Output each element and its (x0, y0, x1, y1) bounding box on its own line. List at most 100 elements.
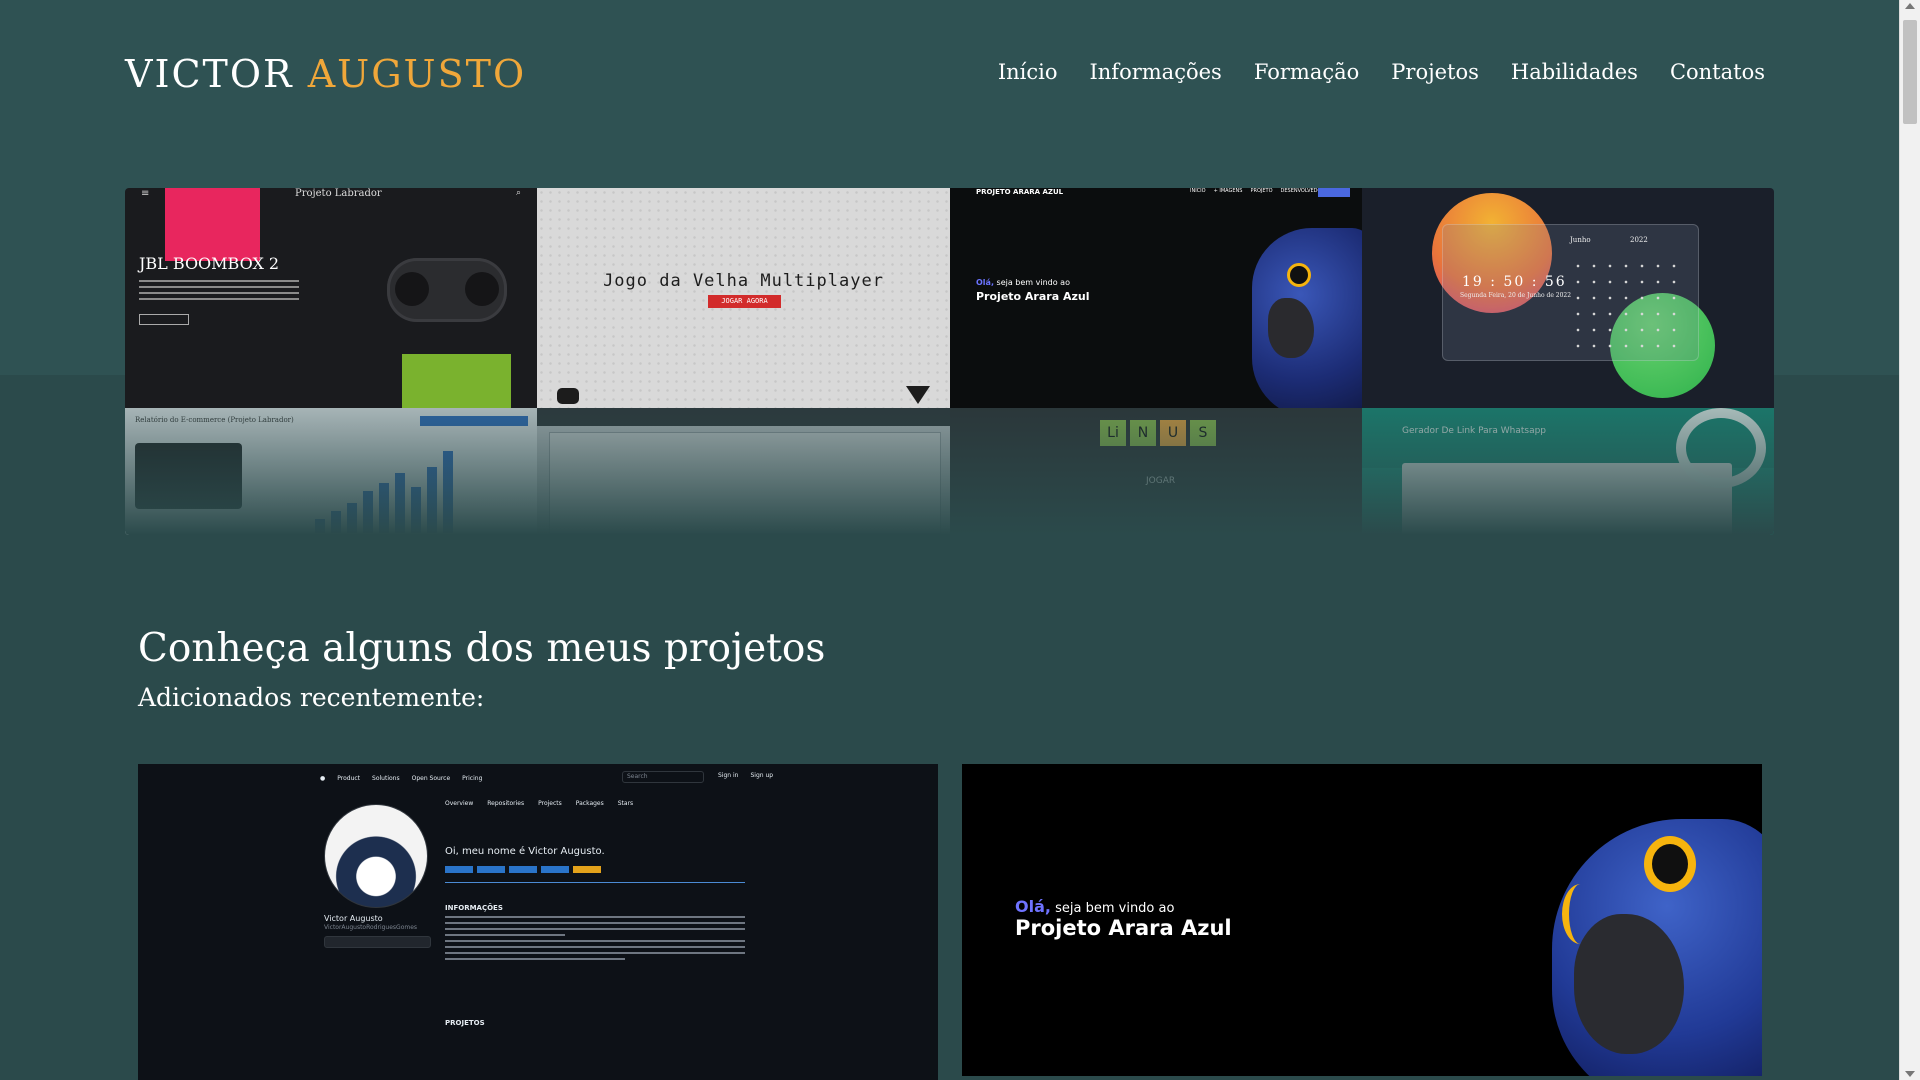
site-logo[interactable]: VICTOR AUGUSTO (125, 52, 526, 96)
editor-panel (549, 432, 941, 534)
element-cell: U (1160, 420, 1186, 446)
github-search: Search (622, 771, 704, 783)
macaw-eye (1652, 844, 1688, 884)
ecommerce-bar-chart (315, 448, 530, 533)
clock-date: Segunda Feira, 20 de Junho de 2022 (1460, 292, 1572, 299)
gallery-tile-ecommerce[interactable]: Relatório do E-commerce (Projeto Labrado… (125, 408, 537, 535)
github-auth: Sign in Sign up (718, 772, 773, 779)
ecommerce-bar (427, 467, 437, 533)
jbl-buy-button (139, 314, 189, 325)
arara-hello: Olá, seja bem vindo ao (976, 278, 1070, 287)
logo-last-name: AUGUSTO (307, 52, 527, 96)
github-projects-heading: PROJETOS (445, 1019, 485, 1027)
nav-formacao[interactable]: Formação (1254, 60, 1359, 84)
arara-nav-link: PROJETO (1250, 188, 1273, 194)
github-info-heading: INFORMAÇÕES (445, 904, 503, 912)
arara-nav-link: + IMAGENS (1213, 188, 1243, 194)
ecommerce-bar (443, 451, 453, 533)
scroll-thumb[interactable] (1903, 20, 1917, 124)
gallery-tile-code-editor[interactable] (537, 408, 950, 535)
gallery-tile-jogo-da-velha[interactable]: Jogo da Velha Multiplayer JOGAR AGORA (537, 188, 950, 408)
macaw-eye (1290, 266, 1308, 284)
ecommerce-bar (411, 487, 421, 533)
jbl-speaker-image (387, 258, 507, 322)
github-menu-item: Pricing (462, 774, 483, 782)
gallery-tile-linus[interactable]: Li N U S JOGAR (950, 408, 1362, 535)
projects-gallery: ≡ Projeto Labrador ⌕ JBL BOOMBOX 2 Jogo … (125, 188, 1774, 535)
calendar-days (1570, 258, 1685, 348)
avatar (324, 804, 428, 908)
github-tab: Repositories (487, 800, 525, 807)
calendar-year: 2022 (1630, 236, 1648, 244)
github-badges (445, 866, 601, 873)
whatsapp-icon (1676, 408, 1766, 488)
github-info-text (445, 916, 745, 964)
gallery-tile-jbl[interactable]: ≡ Projeto Labrador ⌕ JBL BOOMBOX 2 (125, 188, 537, 408)
editor-toolbar (537, 408, 950, 426)
nav-informacoes[interactable]: Informações (1089, 60, 1221, 84)
menu-icon: ≡ (141, 188, 150, 199)
github-tab: Stars (617, 800, 634, 807)
github-logo-icon: ● (320, 774, 326, 782)
github-name: Victor Augusto (324, 914, 383, 923)
search-icon: ⌕ (515, 188, 521, 198)
ecommerce-product-card (135, 443, 242, 509)
linus-play: JOGAR (1146, 476, 1176, 486)
gallery-tile-arara-azul[interactable]: PROJETO ARARA AZUL INÍCIO + IMAGENS PROJ… (950, 188, 1362, 408)
nav-habilidades[interactable]: Habilidades (1511, 60, 1638, 84)
main-nav: Início Informações Formação Projetos Hab… (998, 60, 1765, 84)
github-topbar: ● Product Solutions Open Source Pricing (138, 764, 938, 792)
scroll-up-icon[interactable] (1905, 3, 1915, 9)
nav-inicio[interactable]: Início (998, 60, 1058, 84)
arara-nav-link: INÍCIO (1190, 188, 1206, 194)
nav-projetos[interactable]: Projetos (1391, 60, 1479, 84)
arara-cta (1318, 188, 1350, 197)
element-cell: Li (1100, 420, 1126, 446)
ecommerce-bar (363, 491, 373, 533)
ecommerce-bar (331, 511, 341, 533)
calendar-month: Junho (1570, 236, 1591, 244)
github-tab: Packages (575, 800, 604, 807)
gallery-tile-calendar[interactable]: 19 : 50 : 56 Segunda Feira, 20 de Junho … (1362, 188, 1774, 408)
ecommerce-header: Relatório do E-commerce (Projeto Labrado… (135, 416, 294, 424)
whatsapp-form (1402, 463, 1732, 535)
github-menu-item: Product (337, 774, 361, 782)
project-card-github[interactable]: ● Product Solutions Open Source Pricing … (138, 764, 938, 1080)
ecommerce-bar (395, 473, 405, 533)
arara-header: PROJETO ARARA AZUL (976, 188, 1064, 196)
github-tab: Overview (445, 800, 474, 807)
puzzle-icon (557, 388, 579, 404)
scroll-down-icon[interactable] (1905, 1071, 1915, 1077)
github-menu-item: Solutions (372, 774, 400, 782)
gallery-tile-whatsapp[interactable]: Gerador De Link Para Whatsapp (1362, 408, 1774, 535)
github-tabs: Overview Repositories Projects Packages … (445, 800, 633, 807)
diamond-icon (906, 386, 930, 404)
velha-title: Jogo da Velha Multiplayer (603, 271, 884, 291)
jbl-brand: Projeto Labrador (295, 188, 382, 199)
element-cell: S (1190, 420, 1216, 446)
section-title: Conheça alguns dos meus projetos (138, 626, 826, 671)
jbl-pink-block (165, 188, 260, 261)
github-hello: Oi, meu nome é Victor Augusto. (445, 846, 605, 857)
github-username: VictorAugustoRodriguesGomes (324, 924, 418, 931)
github-tab: Projects (538, 800, 562, 807)
scrollbar[interactable] (1899, 0, 1920, 1080)
ecommerce-button (420, 416, 528, 426)
github-menu-item: Open Source (411, 774, 451, 782)
github-follow-button (324, 936, 431, 948)
macaw-cheek (1562, 884, 1599, 944)
element-cell: N (1130, 420, 1156, 446)
jbl-title: JBL BOOMBOX 2 (139, 254, 280, 273)
linus-letters: Li N U S (1100, 420, 1216, 446)
project-card-arara-azul[interactable]: Olá, seja bem vindo ao Projeto Arara Azu… (962, 764, 1762, 1076)
jbl-green-block (402, 354, 511, 408)
ecommerce-bar (379, 483, 389, 533)
arara-name: Projeto Arara Azul (976, 290, 1090, 303)
jbl-description (139, 280, 299, 304)
arara-nav: INÍCIO + IMAGENS PROJETO DESENVOLVEDOR (1190, 188, 1325, 194)
nav-contatos[interactable]: Contatos (1670, 60, 1765, 84)
whatsapp-title: Gerador De Link Para Whatsapp (1402, 426, 1547, 436)
github-sign-up: Sign up (750, 772, 774, 779)
github-divider (445, 882, 745, 883)
arara-card-hello: Olá, seja bem vindo ao (1015, 897, 1175, 916)
